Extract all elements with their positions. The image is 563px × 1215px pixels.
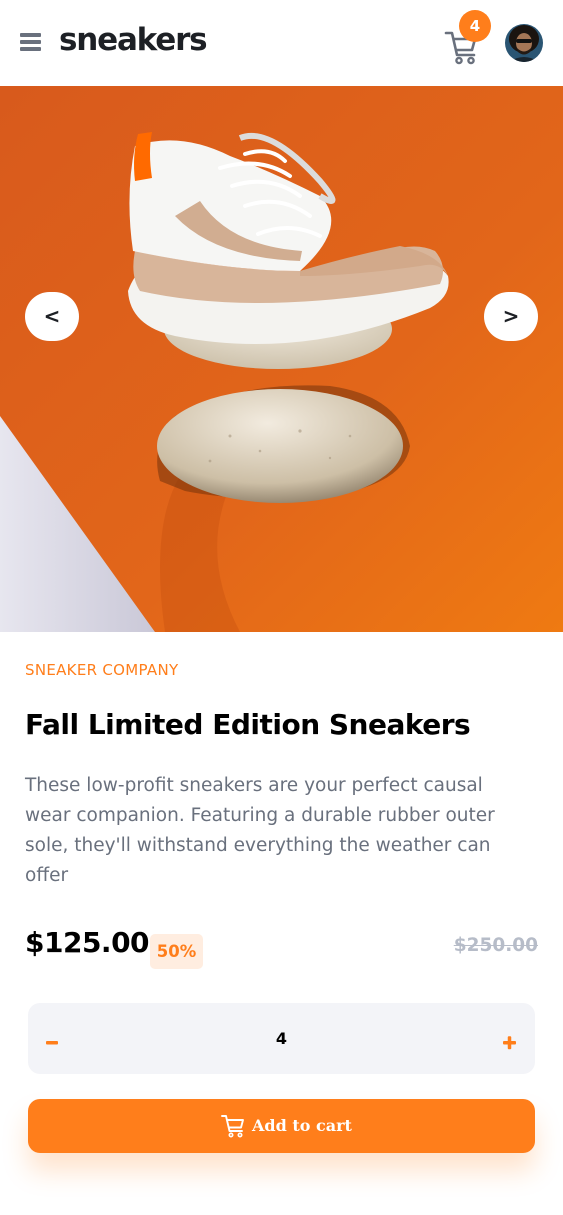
- product-description: These low-profit sneakers are your perfe…: [25, 775, 495, 886]
- quantity-stepper: [28, 1003, 535, 1074]
- quantity-input[interactable]: [228, 1003, 335, 1074]
- top-nav: sneakers 4: [0, 0, 563, 86]
- next-image-button[interactable]: >: [484, 292, 538, 341]
- logo[interactable]: sneakers: [59, 18, 208, 62]
- cart-count-badge: 4: [459, 10, 491, 42]
- original-price: $250.00: [453, 935, 538, 956]
- hamburger-menu-icon[interactable]: [20, 33, 41, 51]
- increase-quantity-button[interactable]: [485, 1003, 535, 1074]
- discount-badge: 50%: [150, 934, 203, 969]
- product-image-carousel: < >: [0, 86, 563, 632]
- minus-icon: [46, 1041, 58, 1045]
- current-price: $125.00: [25, 926, 150, 959]
- plus-icon: [503, 1036, 516, 1050]
- previous-image-button[interactable]: <: [25, 292, 79, 341]
- decrease-quantity-button[interactable]: [28, 1003, 78, 1074]
- product-title: Fall Limited Edition Sneakers: [25, 708, 471, 741]
- add-to-cart-label: Add to cart: [252, 1116, 352, 1135]
- company-name: SNEAKER COMPANY: [25, 661, 179, 679]
- cart-icon: [221, 1115, 244, 1138]
- avatar[interactable]: [505, 24, 543, 62]
- add-to-cart-button[interactable]: Add to cart: [28, 1099, 535, 1153]
- sneaker-product-image: [0, 86, 563, 632]
